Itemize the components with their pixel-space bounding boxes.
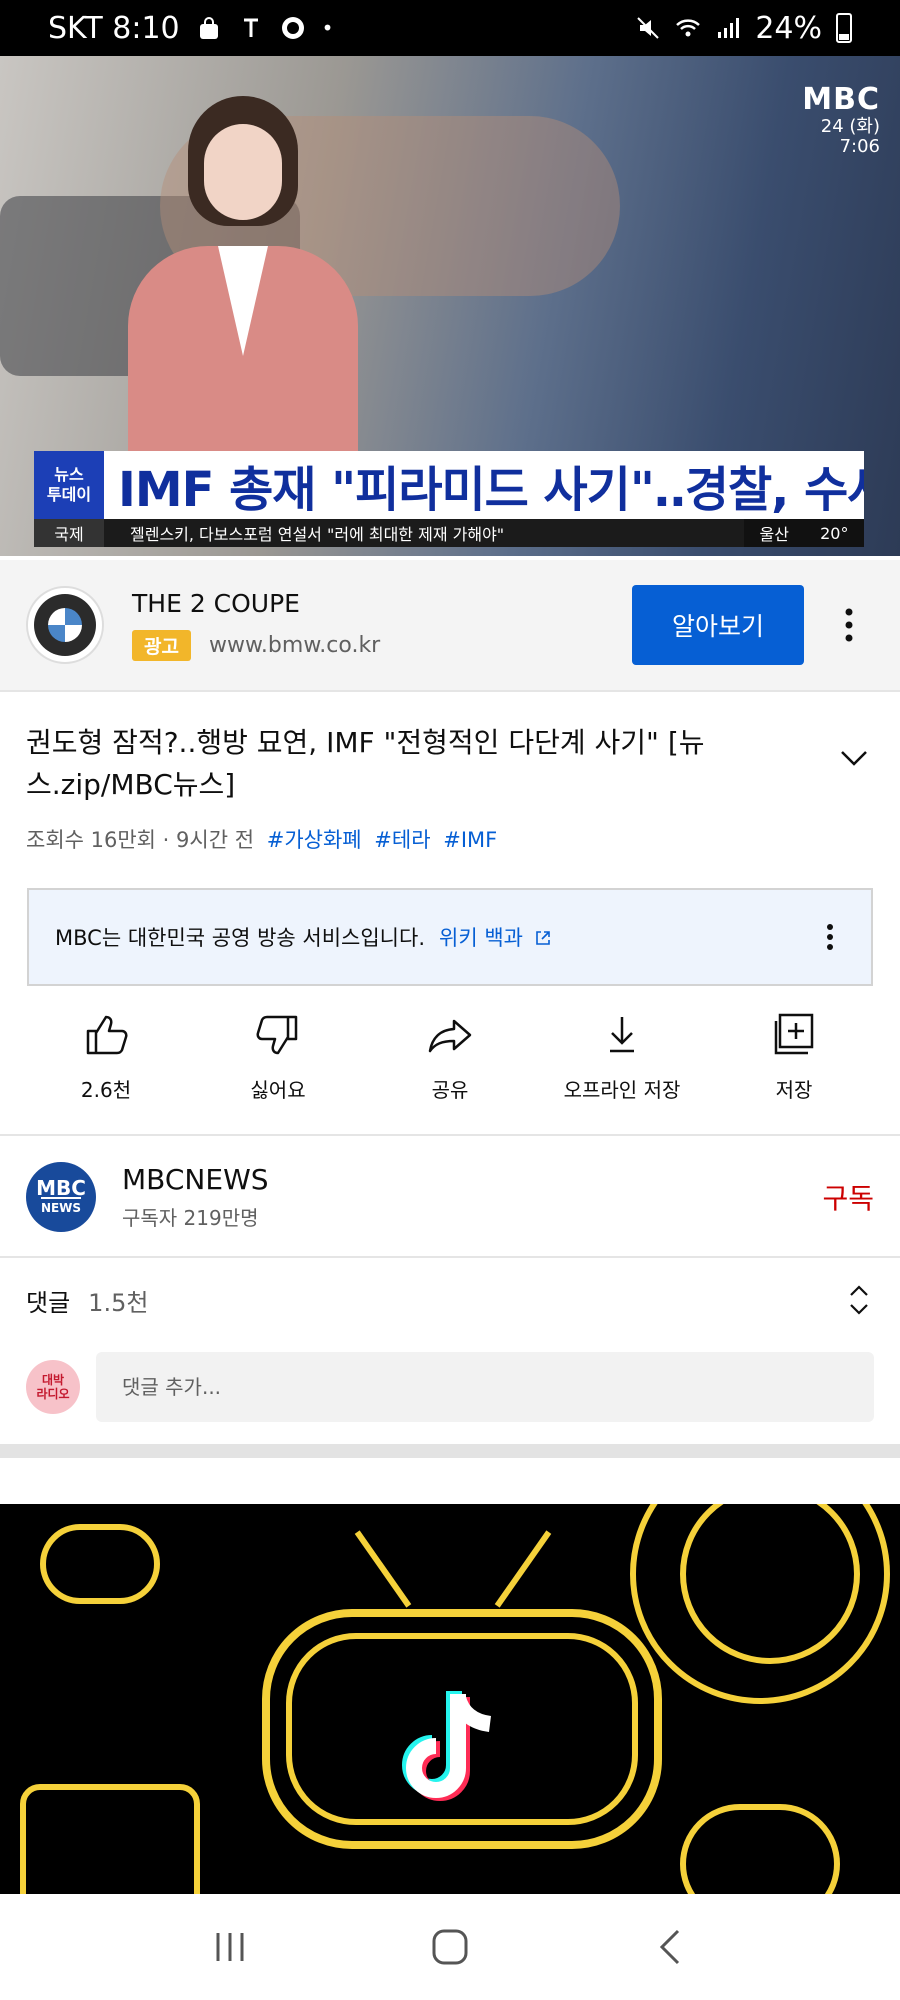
like-button[interactable]: 2.6천 [21,1010,191,1130]
like-count: 2.6천 [80,1078,132,1102]
hashtag-link[interactable]: #가상화폐 [267,828,362,852]
thumbs-up-icon [86,1015,128,1055]
bmw-logo-icon [26,586,104,664]
expand-chevron-icon[interactable] [834,742,874,772]
subscriber-count: 구독자 219만명 [122,1206,259,1230]
expand-comments-icon[interactable] [844,1280,874,1320]
divider [0,1134,900,1136]
home-icon [432,1929,468,1965]
subscribe-button[interactable]: 구독 [822,1177,874,1217]
signal-icon [718,18,740,38]
more-vert-icon [845,608,853,642]
save-label: 저장 [775,1078,813,1102]
ad-banner[interactable]: THE 2 COUPE 광고 www.bmw.co.kr 알아보기 [0,560,900,692]
wikipedia-link[interactable]: 위키 백과 [439,922,552,952]
news-ticker: 국제 젤렌스키, 다보스포럼 연설서 "러에 최대한 제재 가해야" 울산 20… [34,519,864,547]
wifi-icon [676,19,701,37]
recent-apps-icon [216,1933,244,1961]
broadcast-date: 24 (화) [820,116,880,137]
hashtag-link[interactable]: #테라 [374,828,430,852]
lower-third: 뉴스 투데이 IMF 총재 "피라미드 사기"‥경찰, 수사 착수 [34,451,864,519]
share-button[interactable]: 공유 [365,1010,535,1130]
share-label: 공유 [431,1078,469,1102]
comment-input[interactable] [96,1352,874,1422]
system-nav-bar [0,1894,900,2000]
battery-percent: 24% [755,10,822,46]
action-bar: 2.6천 싫어요 공유 오프라인 저장 저장 [0,1010,900,1130]
info-panel-more-button[interactable] [815,923,845,951]
back-icon [659,1929,680,1965]
user-avatar: 대박 라디오 [26,1360,80,1414]
back-button[interactable] [640,1922,700,1972]
comments-label: 댓글 [26,1288,71,1317]
hashtag-link[interactable]: #IMF [443,828,497,852]
video-title-section[interactable]: 권도형 잠적?..행방 묘연, IMF "전형적인 다단계 사기" [뉴스.zi… [26,722,874,854]
broadcaster-logo: MBC 24 (화) 7:06 [802,82,880,157]
video-player[interactable]: MBC 24 (화) 7:06 뉴스 투데이 IMF 총재 "피라미드 사기"‥… [0,56,900,556]
ad-url: www.bmw.co.kr [208,633,381,658]
carrier-time: SKT 8:10 [48,10,180,46]
mbc-watermark: MBC [802,82,880,117]
ad-cta-button[interactable]: 알아보기 [632,585,804,665]
shopping-bag-icon [199,17,218,39]
weather-ticker: 울산 20° [744,519,864,547]
info-panel-text: MBC는 대한민국 공영 방송 서비스입니다. [55,926,425,950]
video-title: 권도형 잠적?..행방 묘연, IMF "전형적인 다단계 사기" [뉴스.zi… [26,726,705,801]
recent-apps-button[interactable] [200,1922,260,1972]
save-button[interactable]: 저장 [709,1010,879,1130]
download-icon [610,1017,634,1053]
more-vert-icon [827,924,833,950]
home-button[interactable] [420,1922,480,1972]
channel-name[interactable]: MBCNEWS [122,1163,269,1196]
dislike-button[interactable]: 싫어요 [193,1010,363,1130]
next-video-thumbnail[interactable] [0,1504,900,1894]
tmap-icon [243,18,258,37]
playlist-add-icon [774,1013,814,1055]
info-panel: MBC는 대한민국 공영 방송 서비스입니다. 위키 백과 [27,888,873,986]
broadcast-time: 7:06 [839,136,880,157]
ad-badge: 광고 [132,630,191,661]
ad-more-button[interactable] [824,595,874,655]
headline-caption: IMF 총재 "피라미드 사기"‥경찰, 수사 착수 [104,451,864,519]
ticker-text: 젤렌스키, 다보스포럼 연설서 "러에 최대한 제재 가해야" [130,525,505,544]
ad-title: THE 2 COUPE [132,589,300,618]
divider [0,1256,900,1258]
starbucks-icon [281,17,304,39]
notification-dot-icon: • [321,16,334,40]
download-button[interactable]: 오프라인 저장 [537,1010,707,1130]
channel-avatar[interactable]: MBC NEWS [26,1162,96,1232]
ticker-category: 국제 [34,519,104,547]
comments-count: 1.5천 [88,1288,149,1317]
download-label: 오프라인 저장 [563,1078,681,1102]
views-time: 조회수 16만회 · 9시간 전 [26,828,255,852]
video-meta: 조회수 16만회 · 9시간 전 #가상화폐 #테라 #IMF [26,824,874,854]
tiktok-logo-icon [402,1691,492,1801]
channel-row[interactable]: MBC NEWS MBCNEWS 구독자 219만명 구독 [0,1138,900,1256]
share-icon [428,1019,472,1053]
mute-icon [637,17,660,39]
thumbs-down-icon [256,1015,298,1055]
program-tag: 뉴스 투데이 [34,451,104,519]
comments-section[interactable]: 댓글 1.5천 대박 라디오 [0,1260,900,1440]
section-separator [0,1444,900,1458]
status-bar: SKT 8:10 • 24% [0,0,900,56]
dislike-label: 싫어요 [250,1078,306,1102]
external-link-icon [535,931,550,945]
battery-icon [836,13,852,43]
